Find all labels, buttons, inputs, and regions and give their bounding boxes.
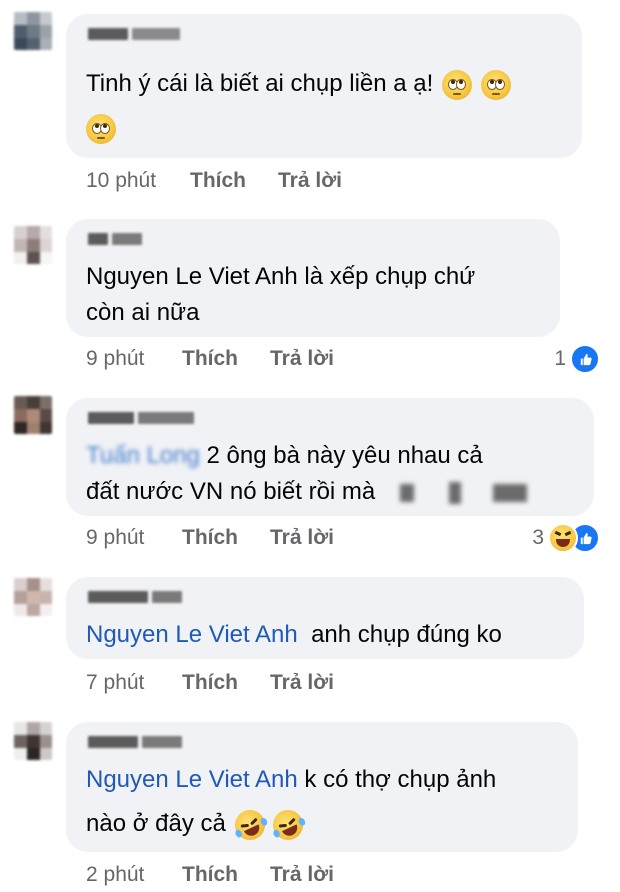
reply-button[interactable]: Trả lời [270, 863, 334, 887]
timestamp[interactable]: 9 phút [86, 526, 182, 550]
timestamp[interactable]: 7 phút [86, 671, 182, 695]
avatar[interactable] [14, 396, 52, 434]
like-button[interactable]: Thích [182, 347, 270, 371]
comment-bubble: Tuấn Long 2 ông bà này yêu nhau cả đất n… [66, 398, 594, 516]
like-icon [570, 344, 600, 374]
comment-bubble: Tinh ý cái là biết ai chụp liền a ạ! [66, 14, 582, 158]
comment-bubble: Nguyen Le Viet Anh anh chụp đúng ko [66, 577, 584, 659]
comment-text: Nguyen Le Viet Anh là xếp chụp chứ [86, 263, 476, 290]
comment-text-line2: nào ở đây cả [86, 804, 309, 845]
mention-link[interactable]: Nguyen Le Viet Anh [86, 766, 298, 793]
reply-button[interactable]: Trả lời [270, 347, 334, 371]
avatar[interactable] [14, 578, 52, 616]
avatar[interactable] [14, 12, 52, 50]
comment-text: Nguyen Le Viet Anh anh chụp đúng ko [86, 621, 502, 648]
comment-text: Tuấn Long 2 ông bà này yêu nhau cả [86, 442, 483, 469]
comment-actions: 9 phút Thích Trả lời [86, 523, 334, 553]
face-with-rolling-eyes-icon [86, 113, 116, 144]
reaction-count: 3 [532, 526, 544, 549]
face-with-rolling-eyes-icon [441, 69, 472, 100]
timestamp[interactable]: 10 phút [86, 169, 190, 193]
comment-bubble: Nguyen Le Viet Anh k có thợ chụp ảnh nào… [66, 722, 578, 852]
comment-bubble: Nguyen Le Viet Anh là xếp chụp chứ còn a… [66, 219, 560, 337]
author-name-redacted[interactable] [88, 587, 182, 607]
like-button[interactable]: Thích [182, 863, 270, 887]
redacted-content [493, 483, 528, 502]
author-name-redacted[interactable] [88, 732, 182, 752]
reaction-summary[interactable]: 1 [554, 344, 600, 374]
comment-actions: 7 phút Thích Trả lời [86, 668, 334, 698]
comment-actions: 9 phút Thích Trả lời [86, 344, 334, 374]
timestamp[interactable]: 9 phút [86, 347, 182, 371]
avatar[interactable] [14, 226, 52, 264]
like-button[interactable]: Thích [182, 671, 270, 695]
comment-text-line2: còn ai nữa [86, 299, 200, 326]
author-name-redacted[interactable] [88, 408, 194, 428]
haha-icon [548, 523, 578, 553]
comment-text: Nguyen Le Viet Anh k có thợ chụp ảnh [86, 766, 497, 793]
timestamp[interactable]: 2 phút [86, 863, 182, 887]
rolling-on-floor-laughing-icon [229, 804, 270, 845]
redacted-content [448, 481, 461, 504]
mention-link[interactable]: Nguyen Le Viet Anh [86, 621, 298, 648]
reaction-summary[interactable]: 3 [532, 523, 600, 553]
author-name-redacted[interactable] [88, 229, 142, 249]
comment-text: Tinh ý cái là biết ai chụp liền a ạ! [86, 64, 511, 104]
mention-link[interactable]: Tuấn Long [86, 442, 200, 469]
author-name-redacted[interactable] [88, 24, 180, 44]
reaction-count: 1 [554, 347, 566, 370]
reply-button[interactable]: Trả lời [278, 169, 342, 193]
reply-button[interactable]: Trả lời [270, 671, 334, 695]
like-button[interactable]: Thích [182, 526, 270, 550]
comment-text-line2: đất nước VN nó biết rồi mà [86, 472, 528, 512]
face-with-rolling-eyes-icon [480, 69, 511, 100]
like-button[interactable]: Thích [190, 169, 278, 193]
comment-actions: 10 phút Thích Trả lời [86, 166, 342, 196]
comment-actions: 2 phút Thích Trả lời [86, 860, 334, 890]
rolling-on-floor-laughing-icon [268, 804, 309, 845]
reply-button[interactable]: Trả lời [270, 526, 334, 550]
avatar[interactable] [14, 722, 52, 760]
comment-text-line2 [86, 108, 116, 148]
redacted-content [399, 483, 414, 502]
